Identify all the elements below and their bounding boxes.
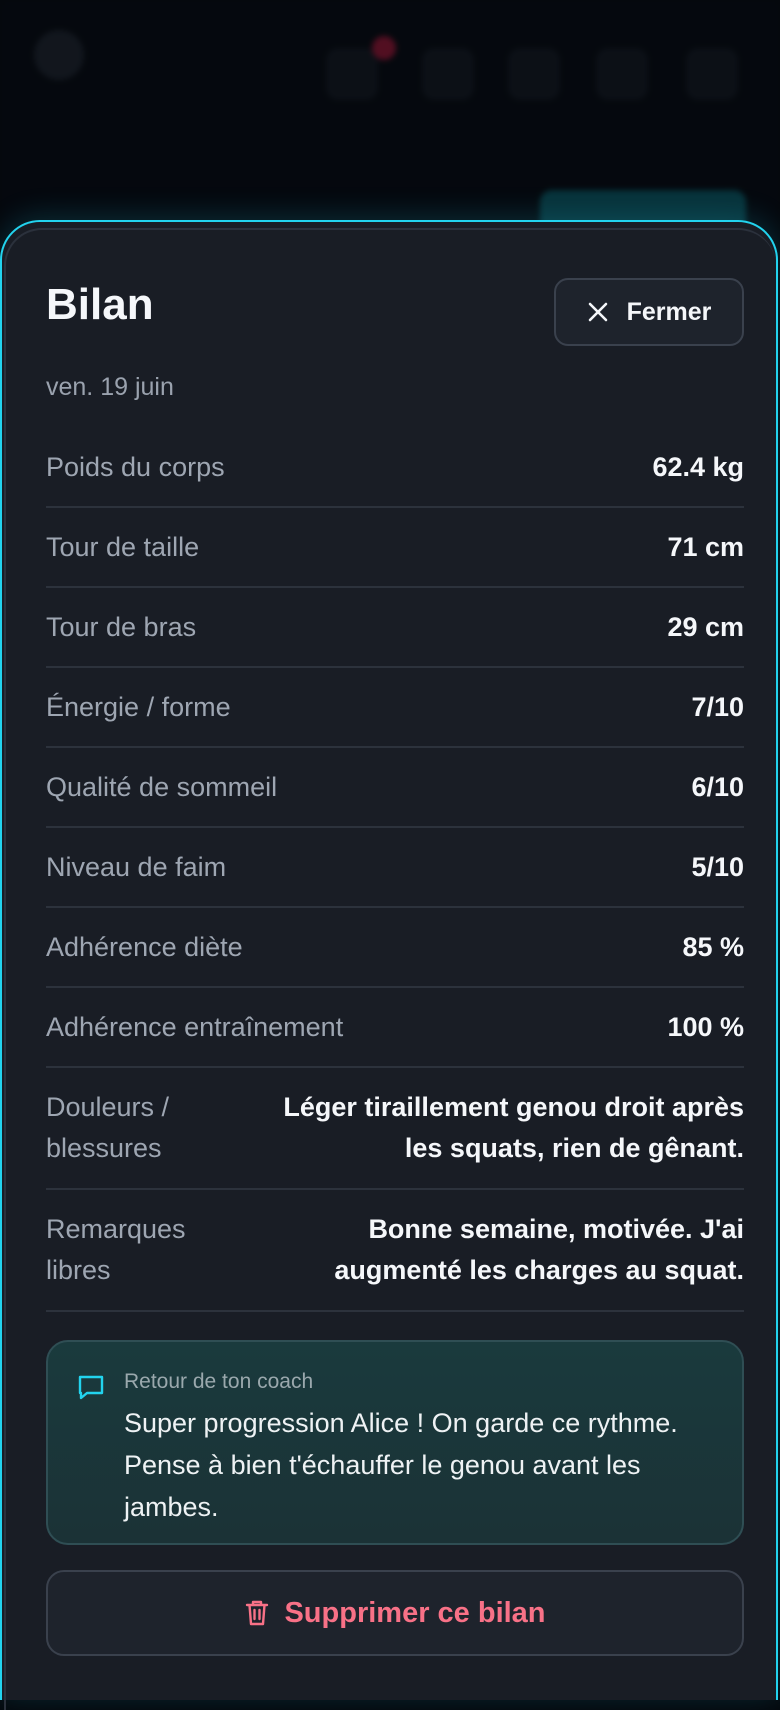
checkin-date: ven. 19 juin	[46, 373, 174, 401]
delete-button-label: Supprimer ce bilan	[284, 1596, 546, 1629]
metric-label: Tour de bras	[46, 611, 197, 642]
metric-value: Léger tiraillement genou droit après les…	[283, 1092, 744, 1163]
metric-label: Tour de taille	[46, 531, 200, 562]
metric-label: Adhérence entraînement	[46, 1011, 344, 1042]
metric-row-diet-adherence: Adhérence diète 85 %	[46, 908, 744, 988]
delete-checkin-button[interactable]: Supprimer ce bilan	[46, 1570, 744, 1656]
metric-label: Énergie / forme	[46, 691, 231, 722]
metric-value: 62.4 kg	[652, 451, 744, 482]
metric-row-energy: Énergie / forme 7/10	[46, 668, 744, 748]
nav-icon-blurred	[326, 48, 378, 100]
metric-value: 29 cm	[667, 611, 744, 642]
notification-badge-blurred	[372, 36, 396, 60]
metric-label: Niveau de faim	[46, 851, 227, 882]
metric-row-pain: Douleurs / blessures Léger tiraillement …	[46, 1068, 744, 1190]
metric-label: Adhérence diète	[46, 931, 243, 962]
metric-label: Qualité de sommeil	[46, 771, 278, 802]
coach-feedback-card: Retour de ton coach Super progression Al…	[46, 1340, 744, 1545]
metric-row-waist: Tour de taille 71 cm	[46, 508, 744, 588]
nav-icon-blurred	[686, 48, 738, 100]
metrics-list: Poids du corps 62.4 kg Tour de taille 71…	[46, 428, 744, 1312]
metric-row-hunger: Niveau de faim 5/10	[46, 828, 744, 908]
nav-icon-blurred	[422, 48, 474, 100]
metric-label: Poids du corps	[46, 451, 225, 482]
close-button[interactable]: Fermer	[554, 278, 744, 346]
metric-row-body-weight: Poids du corps 62.4 kg	[46, 428, 744, 508]
metric-label: Douleurs / blessures	[46, 1092, 170, 1163]
metric-value: 6/10	[691, 771, 744, 802]
coach-feedback-label: Retour de ton coach	[124, 1370, 314, 1393]
metric-row-arm: Tour de bras 29 cm	[46, 588, 744, 668]
metric-value: 5/10	[691, 851, 744, 882]
metric-value: 7/10	[691, 691, 744, 722]
chat-bubble-icon	[76, 1372, 106, 1407]
metric-value: 85 %	[682, 931, 744, 962]
metric-value: Bonne semaine, motivée. J'ai augmenté le…	[334, 1214, 744, 1285]
trash-icon	[244, 1599, 270, 1627]
sheet-body: Bilan Fermer ven. 19 juin Poids du corps…	[4, 228, 776, 1710]
metric-row-sleep: Qualité de sommeil 6/10	[46, 748, 744, 828]
coach-feedback-message: Super progression Alice ! On garde ce ry…	[124, 1408, 678, 1522]
checkin-sheet: Bilan Fermer ven. 19 juin Poids du corps…	[0, 220, 778, 1710]
close-icon	[587, 301, 609, 323]
metric-row-notes: Remarques libres Bonne semaine, motivée.…	[46, 1190, 744, 1312]
metric-row-training-adherence: Adhérence entraînement 100 %	[46, 988, 744, 1068]
close-button-label: Fermer	[626, 297, 712, 326]
metric-value: 100 %	[667, 1011, 744, 1042]
nav-icon-blurred	[596, 48, 648, 100]
sheet-title: Bilan	[46, 280, 154, 329]
nav-icon-blurred	[508, 48, 560, 100]
app-logo	[34, 30, 84, 80]
metric-value: 71 cm	[667, 531, 744, 562]
metric-label: Remarques libres	[46, 1214, 186, 1285]
